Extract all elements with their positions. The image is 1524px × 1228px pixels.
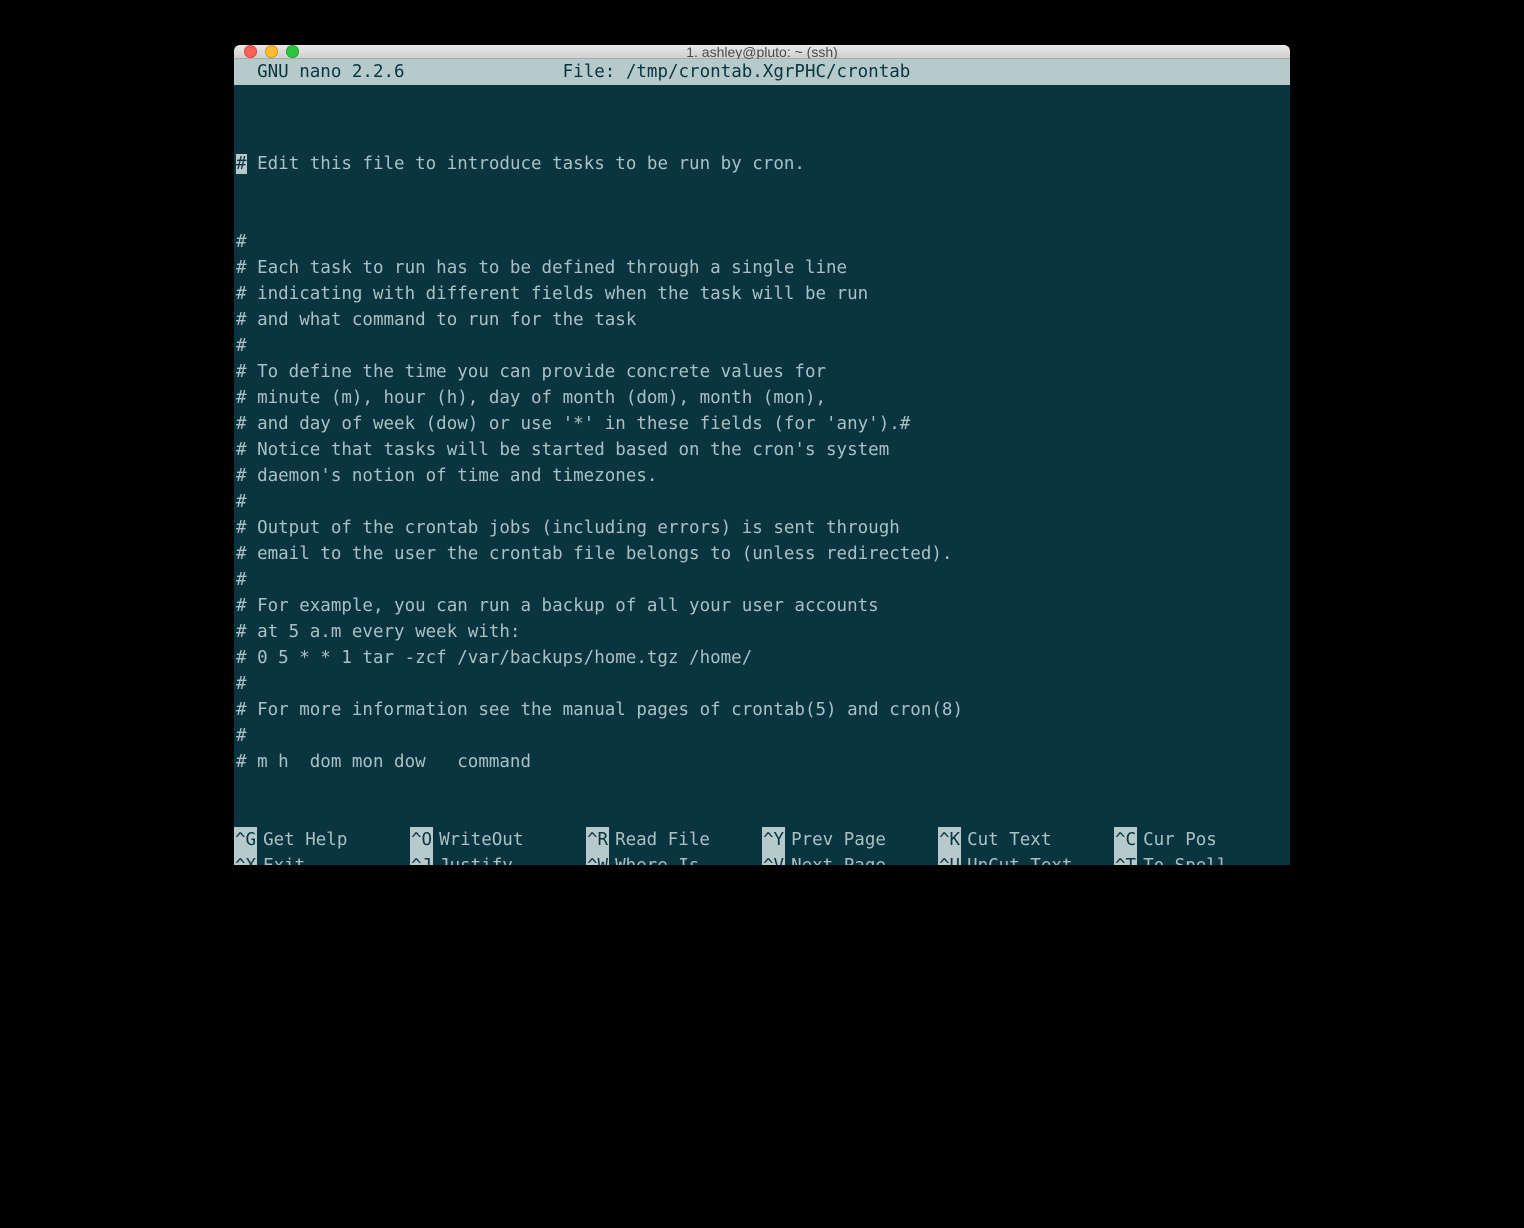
- editor-line: # For more information see the manual pa…: [234, 697, 1290, 723]
- shortcut-label: To Spell: [1137, 853, 1227, 865]
- line-text: Edit this file to introduce tasks to be …: [247, 154, 805, 174]
- shortcut-item[interactable]: ^XExit: [234, 853, 410, 865]
- shortcut-label: Read File: [609, 827, 710, 853]
- nano-app-label: GNU nano 2.2.6: [236, 62, 405, 82]
- shortcut-key: ^C: [1114, 827, 1137, 853]
- editor-line: #: [234, 229, 1290, 255]
- shortcut-item[interactable]: ^VNext Page: [762, 853, 938, 865]
- cursor: #: [236, 154, 247, 174]
- terminal-body[interactable]: GNU nano 2.2.6 File: /tmp/crontab.XgrPHC…: [234, 59, 1290, 865]
- nano-file-label: File: /tmp/crontab.XgrPHC/crontab: [563, 62, 911, 82]
- shortcut-key: ^T: [1114, 853, 1137, 865]
- shortcut-key: ^U: [938, 853, 961, 865]
- terminal-window: 1. ashley@pluto: ~ (ssh) GNU nano 2.2.6 …: [234, 45, 1290, 865]
- editor-line: # To define the time you can provide con…: [234, 359, 1290, 385]
- shortcut-label: Prev Page: [785, 827, 886, 853]
- shortcut-label: Where Is: [609, 853, 699, 865]
- editor-line: # Output of the crontab jobs (including …: [234, 515, 1290, 541]
- shortcut-item[interactable]: ^WWhere Is: [586, 853, 762, 865]
- editor-line: # indicating with different fields when …: [234, 281, 1290, 307]
- shortcut-key: ^R: [586, 827, 609, 853]
- shortcut-item[interactable]: ^GGet Help: [234, 827, 410, 853]
- shortcut-label: Next Page: [785, 853, 886, 865]
- editor-line: # m h dom mon dow command: [234, 749, 1290, 775]
- shortcut-item[interactable]: ^CCur Pos: [1114, 827, 1290, 853]
- shortcut-key: ^K: [938, 827, 961, 853]
- editor-line: # 0 5 * * 1 tar -zcf /var/backups/home.t…: [234, 645, 1290, 671]
- shortcut-bar: ^GGet Help^OWriteOut^RRead File^YPrev Pa…: [234, 827, 1290, 865]
- close-icon[interactable]: [244, 45, 257, 58]
- shortcut-item[interactable]: ^UUnCut Text: [938, 853, 1114, 865]
- shortcut-item[interactable]: ^JJustify: [410, 853, 586, 865]
- shortcut-label: Get Help: [257, 827, 347, 853]
- editor-line: #: [234, 723, 1290, 749]
- editor-line: # Each task to run has to be defined thr…: [234, 255, 1290, 281]
- editor-line: # For example, you can run a backup of a…: [234, 593, 1290, 619]
- window-controls: [234, 45, 299, 58]
- shortcut-label: Exit: [257, 853, 305, 865]
- editor-line: #: [234, 671, 1290, 697]
- editor-line: # and day of week (dow) or use '*' in th…: [234, 411, 1290, 437]
- shortcut-label: Cur Pos: [1137, 827, 1217, 853]
- editor-line: #: [234, 489, 1290, 515]
- shortcut-item[interactable]: ^YPrev Page: [762, 827, 938, 853]
- shortcut-key: ^V: [762, 853, 785, 865]
- editor-line: # minute (m), hour (h), day of month (do…: [234, 385, 1290, 411]
- shortcut-key: ^O: [410, 827, 433, 853]
- editor-line: #: [234, 333, 1290, 359]
- shortcut-key: ^X: [234, 853, 257, 865]
- shortcut-item[interactable]: ^RRead File: [586, 827, 762, 853]
- shortcut-item[interactable]: ^OWriteOut: [410, 827, 586, 853]
- editor-line: # Edit this file to introduce tasks to b…: [234, 151, 1290, 177]
- editor-area[interactable]: # Edit this file to introduce tasks to b…: [234, 85, 1290, 827]
- shortcut-key: ^G: [234, 827, 257, 853]
- window-title: 1. ashley@pluto: ~ (ssh): [234, 45, 1290, 60]
- editor-line: # and what command to run for the task: [234, 307, 1290, 333]
- shortcut-item[interactable]: ^TTo Spell: [1114, 853, 1290, 865]
- shortcut-label: UnCut Text: [961, 853, 1072, 865]
- titlebar[interactable]: 1. ashley@pluto: ~ (ssh): [234, 45, 1290, 59]
- shortcut-item[interactable]: ^KCut Text: [938, 827, 1114, 853]
- minimize-icon[interactable]: [265, 45, 278, 58]
- nano-header: GNU nano 2.2.6 File: /tmp/crontab.XgrPHC…: [234, 59, 1290, 85]
- shortcut-label: Cut Text: [961, 827, 1051, 853]
- editor-line: #: [234, 567, 1290, 593]
- editor-line: # Notice that tasks will be started base…: [234, 437, 1290, 463]
- editor-line: # at 5 a.m every week with:: [234, 619, 1290, 645]
- shortcut-label: WriteOut: [433, 827, 523, 853]
- editor-line: # daemon's notion of time and timezones.: [234, 463, 1290, 489]
- editor-line: # email to the user the crontab file bel…: [234, 541, 1290, 567]
- shortcut-label: Justify: [433, 853, 513, 865]
- shortcut-key: ^Y: [762, 827, 785, 853]
- shortcut-key: ^W: [586, 853, 609, 865]
- shortcut-key: ^J: [410, 853, 433, 865]
- zoom-icon[interactable]: [286, 45, 299, 58]
